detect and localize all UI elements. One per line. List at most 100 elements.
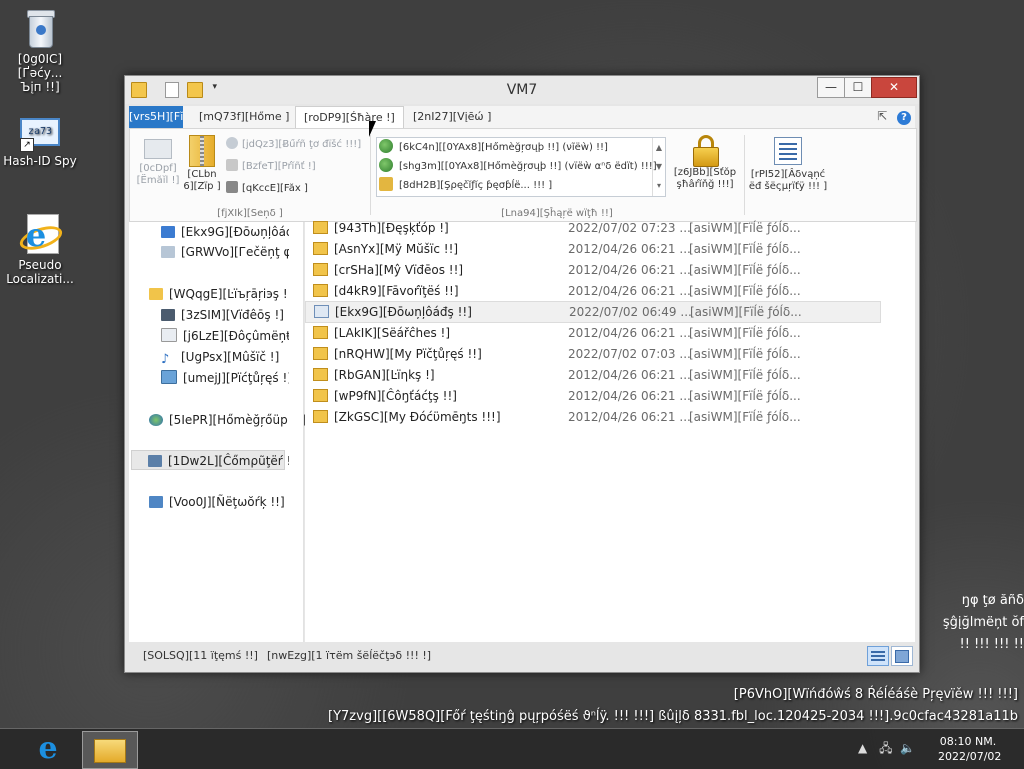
- videos-icon: [161, 309, 175, 321]
- window-title: VM7: [506, 82, 538, 98]
- internet-explorer-icon: e: [38, 731, 58, 766]
- homegroup-icon: [149, 414, 163, 426]
- computer-icon: [148, 455, 162, 467]
- nav-item-downloads[interactable]: [Ekx9G][Ðōωņļôáđş: [161, 222, 300, 242]
- volume-muted-icon[interactable]: 🔈: [900, 741, 915, 755]
- network-status-icon[interactable]: 🖧: [879, 741, 892, 755]
- nav-item-computer[interactable]: [1Dw2L][Ĉőmρũţёŕ !]: [131, 450, 296, 470]
- email-icon: [144, 139, 172, 159]
- close-button[interactable]: ✕: [871, 77, 917, 98]
- advanced-security-icon: [774, 137, 802, 165]
- share-with-item[interactable]: [8dH2B][Şρęčĭƒĭç ƥęσƥĺë... !!! ]: [377, 176, 665, 195]
- music-icon: ♪: [161, 352, 170, 367]
- folder-icon: [313, 221, 328, 234]
- desktop-icon-hash-id-spy[interactable]: za73 ↗ Hash-ID Spy: [0, 112, 80, 168]
- nav-item-network[interactable]: [Voo0J][Ñёţωŏŕķ !!]: [149, 492, 285, 512]
- folder-icon: [313, 242, 328, 255]
- ribbon-share-panel: [0cDpf] [Ëmăĭl !] [CLbn 6][Ζïp ] [jdQz3]…: [129, 128, 917, 222]
- file-list: [943Th][Ðęşķťóp !] 2022/07/02 07:23 ... [a…: [305, 221, 915, 642]
- status-selected-count: [nwEzg][1 ïτёm šёĺёčţэδ !!! !]: [267, 649, 432, 662]
- minimize-button[interactable]: —: [817, 77, 845, 98]
- navigation-pane: [Ekx9G][Ðōωņļôáđş [GRWVo][Гečëņţ φla [WQ…: [129, 222, 311, 642]
- homegroup-icon: [379, 158, 393, 172]
- fax-icon: [226, 181, 238, 193]
- expand-ribbon-icon[interactable]: ⇱: [877, 109, 887, 123]
- email-button[interactable]: [0cDpf] [Ëmăĭl !]: [136, 139, 180, 187]
- nav-item-music[interactable]: ♪ [UgPsx][Mûšïč !]: [161, 347, 279, 367]
- libraries-icon: [149, 288, 163, 300]
- folder-icon: [313, 347, 328, 360]
- homegroup-icon: [379, 139, 393, 153]
- details-view-button[interactable]: [867, 646, 889, 666]
- nav-divider[interactable]: [289, 222, 304, 642]
- recycle-bin-icon: [25, 6, 55, 50]
- recent-places-icon: [161, 246, 175, 258]
- advanced-security-button[interactable]: [rPI52][Âδvąņć ёđ šёςμŗïťÿ !!! ]: [748, 137, 828, 193]
- tab-view[interactable]: [2nI27][Vįēώ ]: [405, 106, 499, 128]
- nav-item-videos[interactable]: [3zSIM][Vïđêōş !]: [161, 305, 284, 325]
- nav-item-homegroup[interactable]: [5IePR][Hőmèğŗőüp !!]: [149, 410, 306, 430]
- maximize-button[interactable]: ☐: [844, 77, 872, 98]
- show-hidden-icons-icon[interactable]: ▲: [858, 741, 867, 755]
- tab-home[interactable]: [mQ73f][Hőme ]: [191, 106, 297, 128]
- stop-sharing-button[interactable]: [z6JBb][Śťŏp şħâŕĭňğ !!!]: [670, 135, 740, 191]
- ribbon-tabs: [vrs5H][Fĭlз [mQ73f][Hőme ] [roDP9][Śħàŗ…: [129, 106, 915, 130]
- share-with-item[interactable]: [6kC4n][[0YAx8][Hőmèğŗσųϸ !!] (νĩёẁ) !!]: [377, 138, 665, 157]
- mouse-cursor-icon: [369, 121, 376, 137]
- internet-explorer-icon: e: [16, 214, 66, 256]
- desktop-icon-label: [0g0IC][Ґǝćу... Ъįп !!]: [17, 52, 63, 94]
- taskbar-file-explorer[interactable]: [82, 731, 138, 769]
- list-item[interactable]: [d4kR9][Fāvoŕïţёś !!] 2012/04/26 06:21 ..…: [305, 281, 879, 301]
- large-icons-view-button[interactable]: [891, 646, 913, 666]
- network-icon: [149, 496, 163, 508]
- desktop-icon-recycle-bin[interactable]: [0g0IC][Ґǝćу... Ъįп !!]: [0, 6, 80, 94]
- list-scrollbar[interactable]: ▲ ▼ ▾: [652, 138, 665, 196]
- printer-icon: [226, 159, 238, 171]
- title-bar[interactable]: ▾ VM7 — ☐ ✕: [125, 76, 919, 104]
- large-icons-view-icon: [895, 650, 909, 663]
- desktop-partial-text: ŋφ ţø ăñδ şĝįğlmëņt ŏf !! !!! !!! !!: [942, 593, 1024, 652]
- share-with-item[interactable]: [shg3m][[0YAx8][Hőmèğŗσųϸ !!] (vïёẁ ⍺ⁿδ …: [377, 157, 665, 176]
- specific-people-icon: [379, 177, 393, 191]
- nav-item-pictures[interactable]: [umejJ][Pïćţůŗęś !]: [161, 368, 292, 388]
- folder-icon: [313, 263, 328, 276]
- nav-item-libraries[interactable]: [WQqgE][Ŀïъŗāŗiэş !!]: [149, 284, 297, 304]
- disc-icon: [226, 137, 238, 149]
- desktop-icon-pseudo-localization[interactable]: e Pseudo Localizati...: [0, 214, 80, 286]
- zip-button[interactable]: [CLbn 6][Ζïp ]: [182, 135, 222, 193]
- downloads-icon: [161, 226, 175, 238]
- taskbar: e ▲ 🖧 🔈 08:10 NM. 2022/07/02: [0, 728, 1024, 769]
- tab-share[interactable]: [roDP9][Śħàŗe !]: [295, 106, 404, 130]
- help-icon[interactable]: ?: [897, 111, 911, 125]
- taskbar-internet-explorer[interactable]: e: [28, 731, 68, 767]
- list-item[interactable]: [RbGAN][Ŀïηkş !] 2012/04/26 06:21 ... [asi…: [305, 365, 879, 385]
- zip-folder-icon: [189, 135, 215, 167]
- pictures-icon: [161, 370, 177, 384]
- list-item-selected[interactable]: [Ekx9G][Ðōωņļôáđş !!] 2022/07/02 06:49 ..…: [305, 301, 881, 323]
- nav-item-recent-places[interactable]: [GRWVo][Гečëņţ φla: [161, 242, 302, 262]
- fax-button[interactable]: [qKccE][Făx ]: [226, 181, 308, 195]
- folder-icon: [313, 368, 328, 381]
- print-button[interactable]: [BzfeT][Pŕĭñť !]: [226, 159, 316, 173]
- list-item[interactable]: [AsnYx][Mÿ Mŭšïc !!] 2012/04/26 06:21 ...…: [305, 239, 879, 259]
- documents-icon: [161, 328, 177, 342]
- folder-icon: [313, 326, 328, 339]
- list-item[interactable]: [ZkGSC][My Ðóćϋmēŋts !!!] 2012/04/26 06:2…: [305, 407, 879, 427]
- desktop-icon-label: Hash-ID Spy: [3, 154, 77, 168]
- list-item[interactable]: [943Th][Ðęşķťóp !] 2022/07/02 07:23 ... [a…: [305, 218, 879, 238]
- list-item[interactable]: [wP9fN][Ĉôŋťáćţş !!] 2012/04/26 06:21 ...…: [305, 386, 879, 406]
- tab-file[interactable]: [vrs5H][Fĭlз: [129, 106, 183, 128]
- burn-to-disc-button[interactable]: [jdQz3][Ƀűŕñ ţơ đïšć !!!]: [226, 137, 361, 151]
- taskbar-clock[interactable]: 08:10 NM. 2022/07/02: [938, 734, 1001, 764]
- share-with-list[interactable]: [6kC4n][[0YAx8][Hőmèğŗσųϸ !!] (νĩёẁ) !!]…: [376, 137, 666, 197]
- list-item[interactable]: [nRQHW][My Pïčţůŗęś !!] 2022/07/02 07:03 …: [305, 344, 879, 364]
- build-watermark: [P6VhO][Wïńđóŵś 8 Ŕéĺéáśè Pŗęvïěw !!! !!…: [328, 687, 1018, 724]
- explorer-window[interactable]: ▾ VM7 — ☐ ✕ [vrs5H][Fĭlз [mQ73f][Hőme ] …: [124, 75, 920, 673]
- status-bar: [SOLSQ][11 ïţęmś !!] [nwEzg][1 ïτёm šёĺё…: [129, 644, 915, 668]
- lock-icon: [693, 135, 719, 167]
- list-item[interactable]: [crSHa][Mŷ Vïđēos !!] 2012/04/26 06:21 ..…: [305, 260, 879, 280]
- system-tray: ▲ 🖧 🔈: [858, 739, 915, 760]
- status-item-count: [SOLSQ][11 ïţęmś !!]: [143, 649, 258, 662]
- details-view-icon: [871, 651, 885, 661]
- list-item[interactable]: [LAkIK][Sëářĉhes !] 2012/04/26 06:21 ...[…: [305, 323, 879, 343]
